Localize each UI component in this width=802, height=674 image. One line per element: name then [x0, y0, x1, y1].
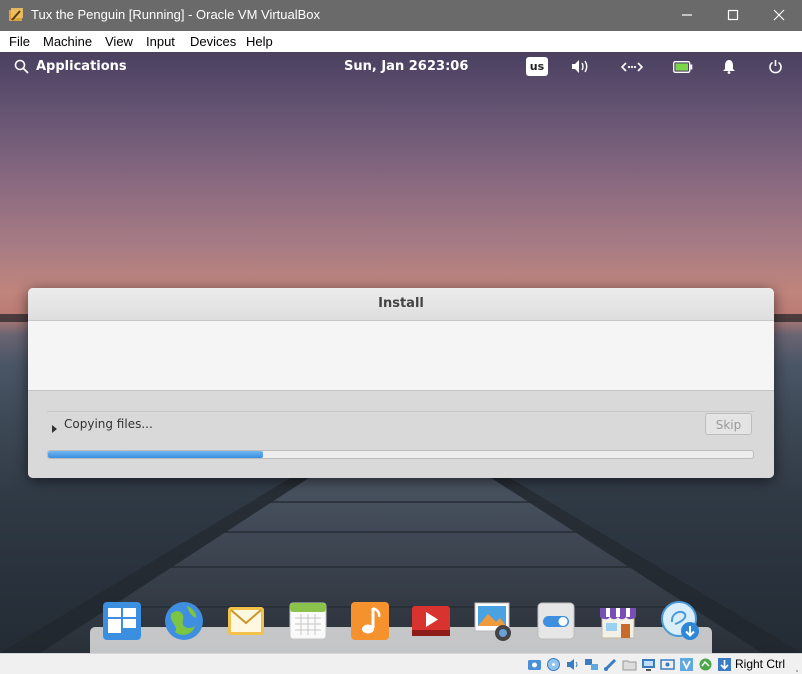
- hard-disk-icon[interactable]: [527, 657, 542, 672]
- expander-arrow-icon[interactable]: [52, 425, 57, 433]
- photos-icon[interactable]: [472, 600, 514, 642]
- install-status-text[interactable]: Copying files...: [64, 417, 153, 431]
- vbox-statusbar: Right Ctrl: [0, 653, 802, 674]
- appcenter-icon[interactable]: [597, 600, 639, 642]
- shared-folders-icon[interactable]: [622, 657, 637, 672]
- install-progress-fill: [48, 451, 264, 458]
- menu-help[interactable]: Help: [246, 34, 273, 49]
- virtualization-icon[interactable]: [679, 657, 694, 672]
- notifications-icon[interactable]: [722, 59, 736, 78]
- install-dialog-title: Install: [378, 296, 424, 311]
- volume-icon[interactable]: [571, 59, 591, 78]
- applications-menu[interactable]: Applications: [36, 59, 127, 74]
- resize-grip-icon[interactable]: [788, 662, 799, 674]
- skip-button[interactable]: Skip: [705, 413, 752, 435]
- menu-file[interactable]: File: [9, 34, 30, 49]
- panel-date[interactable]: Sun, Jan 26: [344, 59, 427, 74]
- vm-display[interactable]: Applications Sun, Jan 26 23:06 us Instal…: [0, 52, 802, 653]
- usb-icon[interactable]: [603, 657, 618, 672]
- videos-icon[interactable]: [410, 600, 452, 642]
- install-progress-bar: [47, 450, 754, 459]
- install-dialog: Install Copying files... Skip: [28, 288, 774, 478]
- battery-icon[interactable]: [673, 61, 693, 77]
- virtualbox-app-icon: [8, 7, 24, 23]
- host-key-label: Right Ctrl: [735, 657, 786, 671]
- network-adapter-icon[interactable]: [584, 657, 599, 672]
- close-icon: [773, 9, 785, 21]
- install-dialog-header[interactable]: Install: [28, 288, 774, 321]
- menu-view[interactable]: View: [105, 34, 133, 49]
- window-titlebar[interactable]: Tux the Penguin [Running] - Oracle VM Vi…: [0, 0, 802, 31]
- web-browser-icon[interactable]: [163, 600, 205, 642]
- install-dialog-footer: Copying files... Skip: [28, 390, 774, 478]
- installer-icon[interactable]: [659, 600, 701, 642]
- multitasking-view-icon[interactable]: [101, 600, 143, 642]
- top-panel: Applications Sun, Jan 26 23:06 us: [0, 52, 802, 81]
- separator: [47, 411, 754, 412]
- menu-devices[interactable]: Devices: [190, 34, 236, 49]
- minimize-icon: [682, 14, 692, 16]
- install-dialog-body: [28, 321, 774, 390]
- display-icon[interactable]: [641, 657, 656, 672]
- music-icon[interactable]: [349, 600, 391, 642]
- keyboard-capture-icon[interactable]: [717, 657, 732, 672]
- search-icon[interactable]: [14, 59, 29, 78]
- video-capture-icon[interactable]: [660, 657, 675, 672]
- audio-icon[interactable]: [565, 657, 580, 672]
- virtualbox-window: Tux the Penguin [Running] - Oracle VM Vi…: [0, 0, 802, 674]
- panel-time[interactable]: 23:06: [427, 59, 468, 74]
- system-settings-icon[interactable]: [535, 600, 577, 642]
- optical-drive-icon[interactable]: [546, 657, 561, 672]
- window-title: Tux the Penguin [Running] - Oracle VM Vi…: [31, 7, 321, 22]
- close-button[interactable]: [756, 0, 802, 31]
- menu-machine[interactable]: Machine: [43, 34, 92, 49]
- mail-icon[interactable]: [225, 600, 267, 642]
- menu-input[interactable]: Input: [146, 34, 175, 49]
- menubar: File Machine View Input Devices Help: [0, 31, 802, 53]
- keyboard-layout-indicator[interactable]: us: [526, 57, 548, 76]
- maximize-icon: [727, 9, 739, 21]
- minimize-button[interactable]: [664, 0, 710, 31]
- maximize-button[interactable]: [710, 0, 756, 31]
- calendar-icon[interactable]: [287, 600, 329, 642]
- mouse-integration-icon[interactable]: [698, 657, 713, 672]
- network-icon[interactable]: [620, 60, 644, 78]
- power-icon[interactable]: [768, 59, 783, 78]
